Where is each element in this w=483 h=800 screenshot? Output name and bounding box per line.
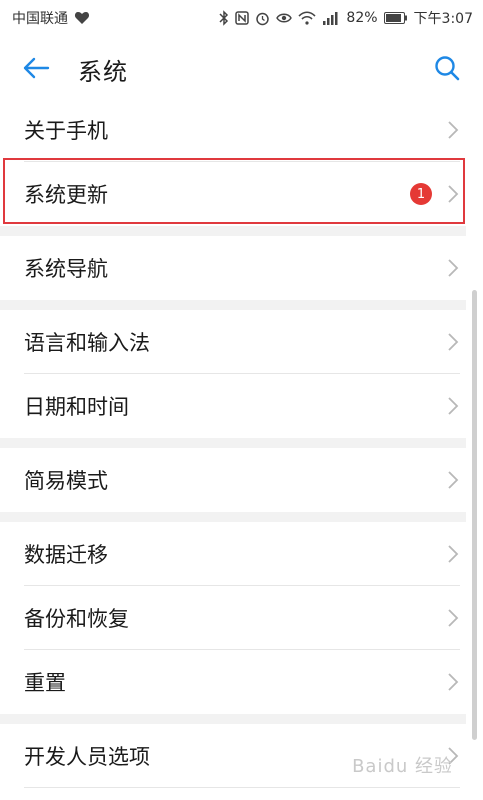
bluetooth-icon	[219, 10, 229, 26]
app-bar: 系统	[0, 36, 483, 98]
back-button[interactable]	[18, 50, 54, 86]
eye-icon	[276, 12, 293, 24]
signal-icon	[322, 11, 340, 25]
setting-backup-restore[interactable]: 备份和恢复	[0, 586, 466, 650]
heart-icon	[74, 11, 90, 25]
setting-language-input[interactable]: 语言和输入法	[0, 310, 466, 374]
chevron-right-icon	[448, 673, 459, 691]
setting-label: 语言和输入法	[24, 331, 150, 355]
clock: 下午3:07	[413, 11, 473, 27]
group-divider	[0, 438, 466, 448]
chevron-right-icon	[448, 609, 459, 627]
chevron-right-icon	[448, 397, 459, 415]
chevron-right-icon	[448, 121, 459, 139]
setting-label: 关于手机	[24, 119, 108, 143]
search-icon	[435, 56, 460, 81]
group-divider	[0, 226, 466, 236]
setting-data-migration[interactable]: 数据迁移	[0, 522, 466, 586]
status-right: 82% 下午3:07	[219, 8, 473, 28]
search-button[interactable]	[429, 50, 465, 86]
setting-date-time[interactable]: 日期和时间	[0, 374, 466, 438]
setting-system-navigation[interactable]: 系统导航	[0, 236, 466, 300]
battery-percent: 82%	[346, 10, 378, 26]
chevron-right-icon	[448, 185, 459, 203]
update-badge: 1	[410, 183, 432, 205]
chevron-right-icon	[448, 333, 459, 351]
scrollbar[interactable]	[472, 290, 477, 740]
watermark: Baidu 经验	[352, 756, 453, 777]
divider	[24, 787, 460, 788]
setting-reset[interactable]: 重置	[0, 650, 466, 714]
page-title: 系统	[78, 58, 128, 86]
setting-label: 数据迁移	[24, 543, 108, 567]
setting-label: 系统导航	[24, 257, 108, 281]
screen: 中国联通 82% 下午3:07 系统 关于手机 系统更新 1 系统导航 语言和输…	[0, 0, 483, 800]
setting-about-phone[interactable]: 关于手机	[0, 98, 466, 162]
carrier-label: 中国联通	[12, 11, 68, 27]
chevron-right-icon	[448, 259, 459, 277]
settings-list: 关于手机 系统更新 1 系统导航 语言和输入法 日期和时间 简易模式 数据迁移 …	[0, 98, 466, 788]
battery-icon	[383, 12, 408, 24]
setting-label: 系统更新	[24, 183, 108, 207]
arrow-left-icon	[23, 57, 50, 79]
setting-label: 日期和时间	[24, 395, 129, 419]
nfc-icon	[235, 11, 250, 25]
status-bar: 中国联通 82% 下午3:07	[0, 0, 483, 36]
setting-label: 备份和恢复	[24, 607, 129, 631]
wifi-icon	[298, 11, 316, 25]
setting-simple-mode[interactable]: 简易模式	[0, 448, 466, 512]
chevron-right-icon	[448, 471, 459, 489]
status-left: 中国联通	[12, 8, 90, 28]
group-divider	[0, 300, 466, 310]
chevron-right-icon	[448, 545, 459, 563]
alarm-icon	[255, 11, 270, 26]
setting-label: 重置	[24, 671, 66, 695]
group-divider	[0, 512, 466, 522]
group-divider	[0, 714, 466, 724]
setting-system-update[interactable]: 系统更新 1	[0, 162, 466, 226]
setting-label: 简易模式	[24, 469, 108, 493]
